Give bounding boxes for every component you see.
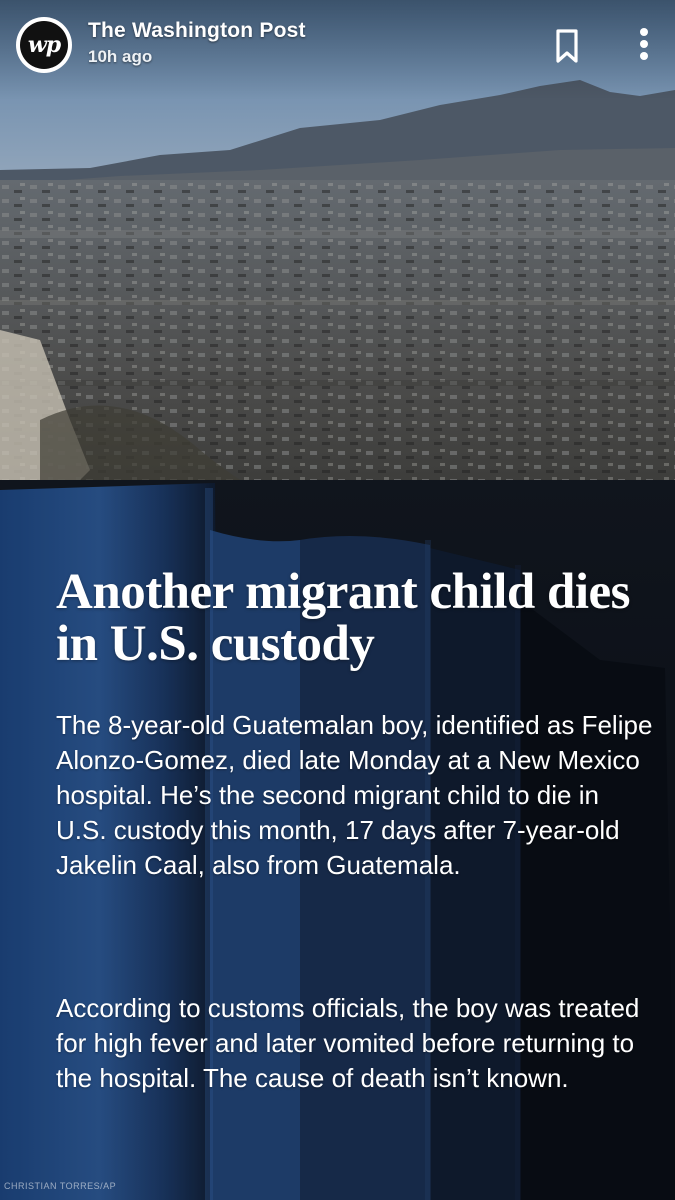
story-card[interactable]: wp The Washington Post 10h ago Another m…: [0, 0, 675, 1200]
bookmark-button[interactable]: [551, 28, 583, 64]
more-options-button[interactable]: [630, 24, 658, 64]
bookmark-icon: [556, 29, 578, 63]
publisher-name[interactable]: The Washington Post: [88, 19, 306, 43]
publisher-avatar[interactable]: wp: [16, 17, 72, 73]
story-header: wp The Washington Post 10h ago: [0, 0, 675, 100]
story-headline: Another migrant child dies in U.S. custo…: [56, 564, 631, 672]
photo-credit: CHRISTIAN TORRES/AP: [4, 1181, 117, 1191]
story-paragraph: The 8-year-old Guatemalan boy, identifie…: [56, 710, 653, 880]
wp-logo-icon: wp: [20, 21, 68, 69]
story-paragraph: According to customs officials, the boy …: [56, 993, 640, 1093]
more-vertical-icon: [640, 28, 648, 60]
post-timestamp: 10h ago: [88, 47, 153, 66]
